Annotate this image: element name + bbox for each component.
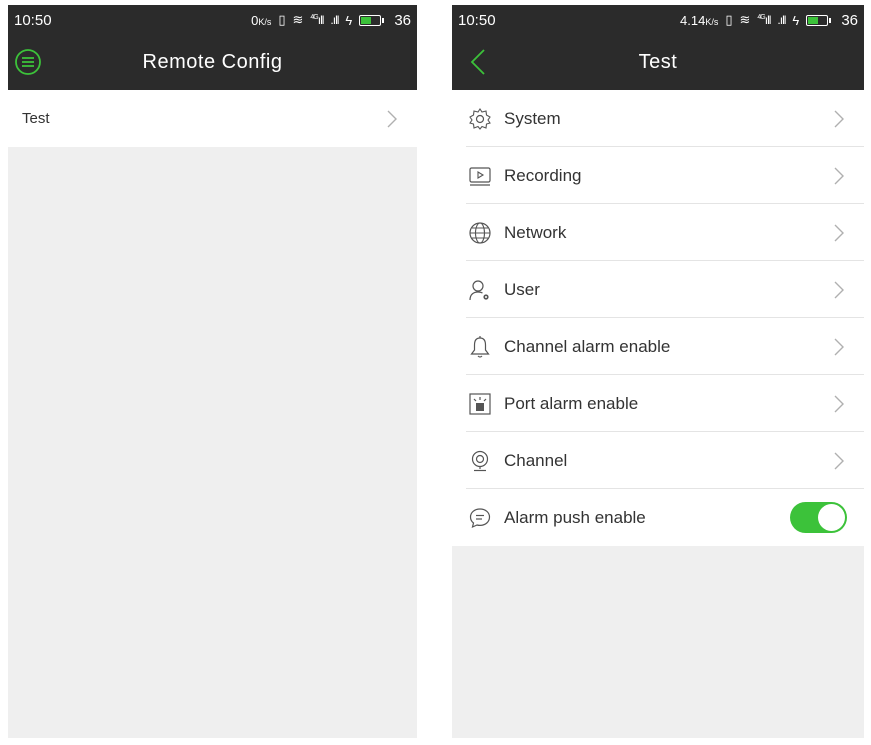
bell-icon	[470, 335, 490, 358]
chevron-right-icon	[834, 281, 844, 298]
recording-icon	[469, 166, 491, 186]
settings-item-label: Recording	[504, 165, 582, 185]
settings-item-system[interactable]: System	[452, 90, 864, 147]
signal-4g-icon: 4Gıll	[310, 13, 324, 27]
settings-item-label: System	[504, 108, 561, 128]
battery-level: 36	[394, 11, 411, 29]
remote-config-screen: 10:50 0K/s ▯ ≋ 4Gıll .ıll ϟ 36 Remote Co…	[8, 5, 417, 738]
battery-icon	[806, 14, 832, 26]
device-list: Test	[8, 90, 417, 147]
settings-item-user[interactable]: User	[452, 261, 864, 318]
back-chevron-icon[interactable]	[468, 47, 488, 77]
message-icon	[469, 507, 491, 528]
gear-icon	[469, 107, 491, 130]
settings-item-network[interactable]: Network	[452, 204, 864, 261]
chevron-right-icon	[387, 110, 397, 127]
globe-icon	[469, 221, 491, 244]
alarm-push-toggle[interactable]	[790, 502, 847, 533]
settings-item-label: Alarm push enable	[504, 507, 646, 527]
status-time: 10:50	[458, 11, 496, 29]
settings-item-port-alarm[interactable]: Port alarm enable	[452, 375, 864, 432]
vibrate-icon: ▯	[278, 12, 286, 27]
page-title: Test	[638, 51, 678, 73]
wifi-icon: ≋	[739, 12, 751, 27]
chevron-right-icon	[834, 224, 844, 241]
chevron-right-icon	[834, 395, 844, 412]
menu-circle-icon[interactable]	[14, 48, 42, 76]
device-config-screen: 10:50 4.14K/s ▯ ≋ 4Gıll .ıll ϟ 36 Test S…	[452, 5, 864, 738]
wifi-icon: ≋	[292, 12, 304, 27]
app-header: Test	[452, 35, 864, 90]
list-item-label: Test	[22, 110, 50, 127]
settings-item-label: Network	[504, 222, 567, 242]
network-speed: 0K/s	[251, 12, 272, 28]
charging-icon: ϟ	[345, 12, 353, 28]
settings-item-label: Port alarm enable	[504, 393, 639, 413]
alarm-light-icon	[469, 392, 491, 415]
chevron-right-icon	[834, 110, 844, 127]
network-speed: 4.14K/s	[680, 12, 719, 28]
app-header: Remote Config	[8, 35, 417, 90]
settings-item-channel[interactable]: Channel	[452, 432, 864, 489]
status-bar: 10:50 0K/s ▯ ≋ 4Gıll .ıll ϟ 36	[8, 5, 417, 35]
settings-list: System Recording Network User Channel al…	[452, 90, 864, 546]
signal-4g-icon: 4Gıll	[757, 13, 771, 27]
page-title: Remote Config	[142, 51, 283, 73]
signal-icon: .ıll	[330, 13, 339, 27]
settings-item-label: User	[504, 279, 540, 299]
settings-item-label: Channel	[504, 450, 568, 470]
chevron-right-icon	[834, 167, 844, 184]
settings-item-recording[interactable]: Recording	[452, 147, 864, 204]
user-settings-icon	[469, 279, 489, 300]
status-time: 10:50	[14, 11, 52, 29]
chevron-right-icon	[834, 452, 844, 469]
vibrate-icon: ▯	[725, 12, 733, 27]
charging-icon: ϟ	[792, 12, 800, 28]
camera-icon	[471, 450, 489, 471]
chevron-right-icon	[834, 338, 844, 355]
settings-item-channel-alarm[interactable]: Channel alarm enable	[452, 318, 864, 375]
toggle-knob	[818, 504, 845, 531]
signal-icon: .ıll	[777, 13, 786, 27]
status-bar: 10:50 4.14K/s ▯ ≋ 4Gıll .ıll ϟ 36	[452, 5, 864, 35]
list-item-device[interactable]: Test	[8, 90, 417, 147]
battery-level: 36	[841, 11, 858, 29]
battery-icon	[359, 14, 385, 26]
settings-item-label: Channel alarm enable	[504, 336, 671, 356]
settings-item-alarm-push: Alarm push enable	[452, 489, 864, 546]
